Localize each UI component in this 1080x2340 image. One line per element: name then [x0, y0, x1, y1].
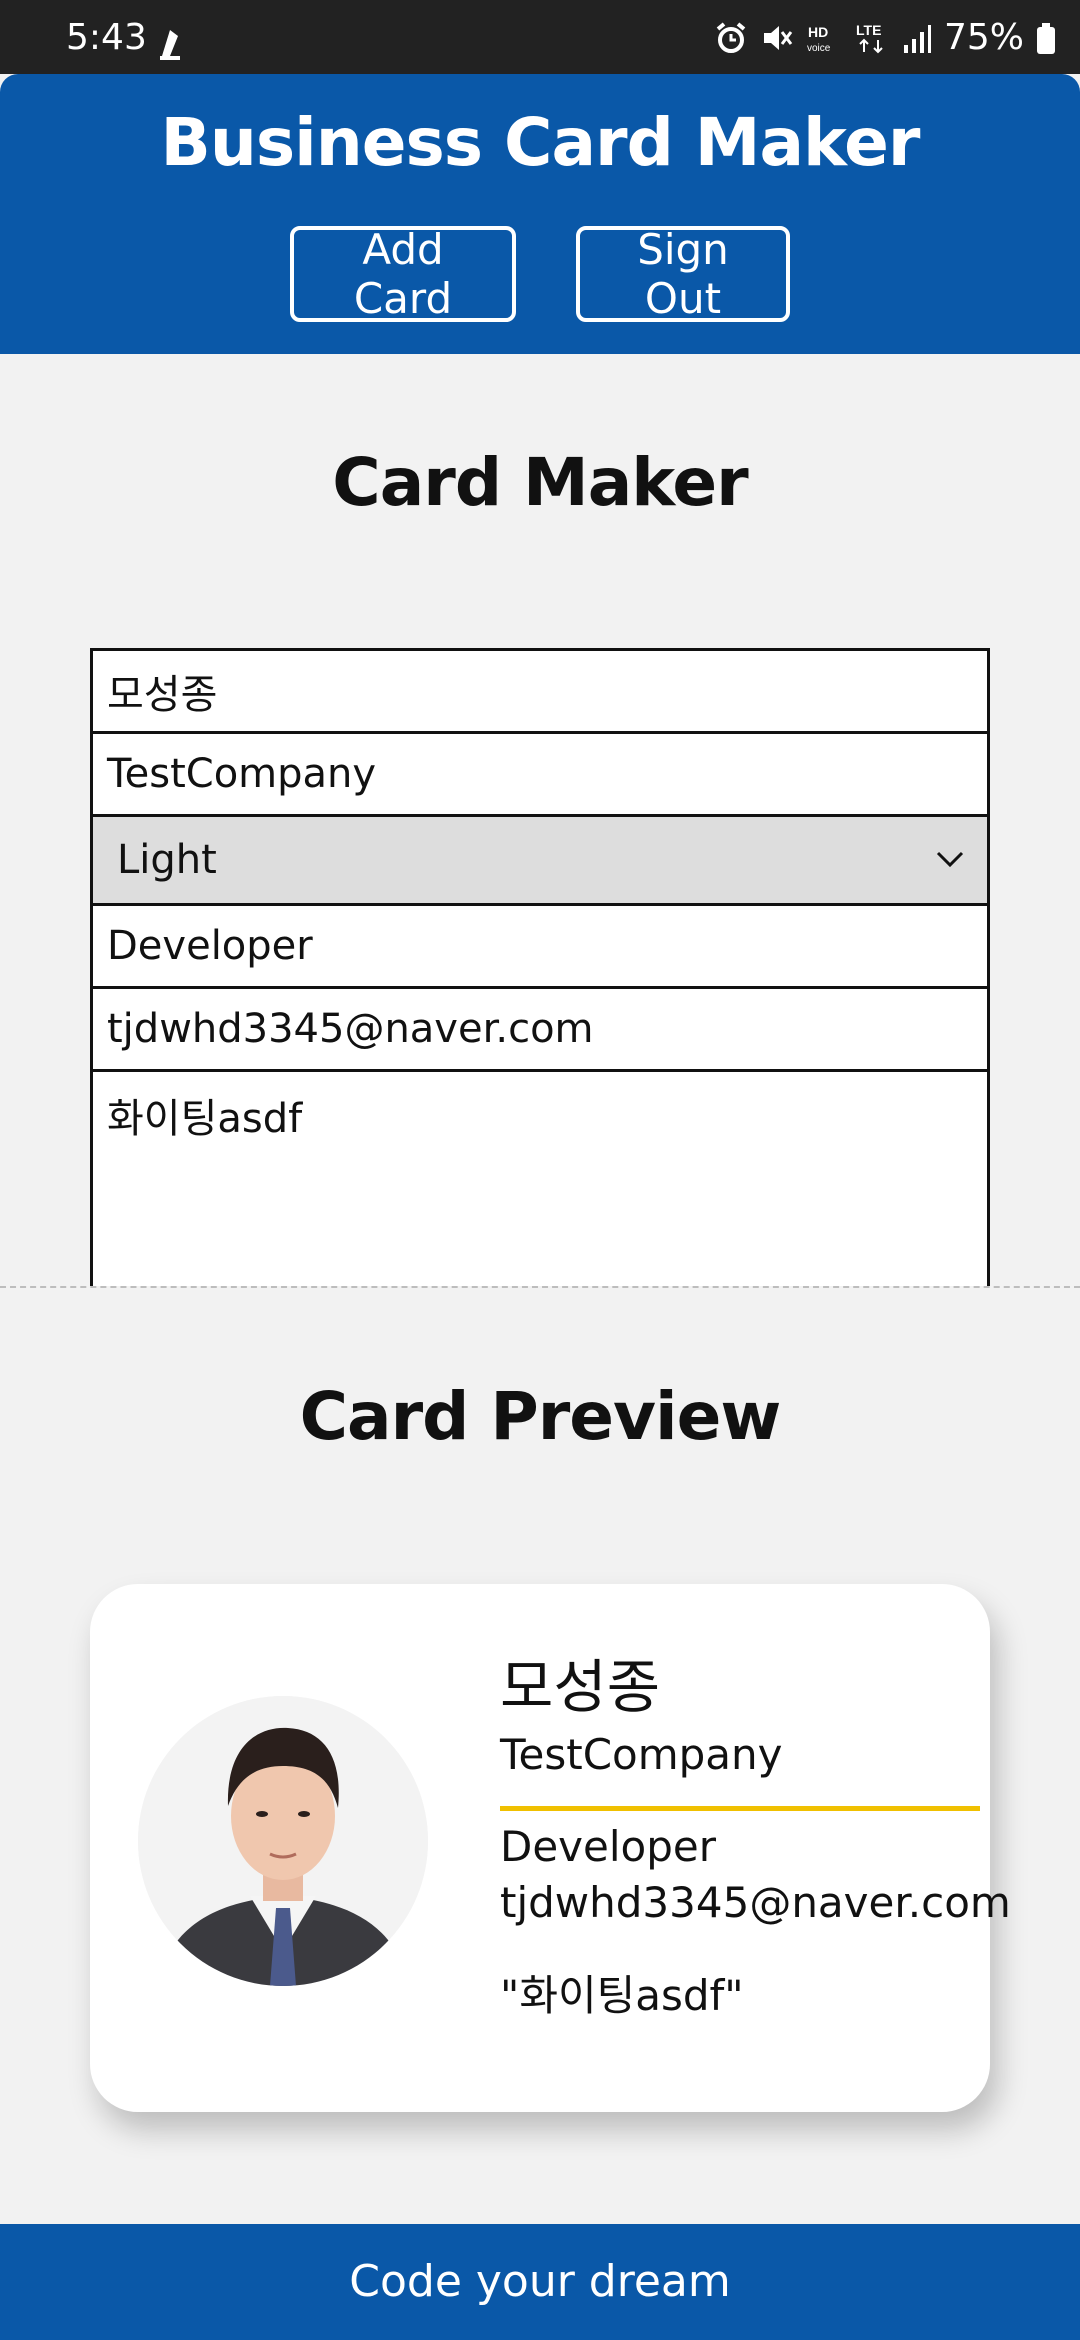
- app-title: Business Card Maker: [160, 104, 921, 181]
- notification-icon: [160, 30, 180, 60]
- card-name: 모성종: [500, 1653, 661, 1721]
- card-message: "화이팅asdf": [500, 1971, 744, 2020]
- svg-text:LTE: LTE: [856, 22, 881, 38]
- svg-text:voice: voice: [807, 43, 831, 54]
- theme-select[interactable]: Light: [93, 817, 987, 906]
- hd-voice-icon: HD voice: [807, 24, 831, 54]
- name-field[interactable]: 모성종: [93, 651, 987, 734]
- card-preview-title: Card Preview: [299, 1378, 782, 1455]
- status-time: 5:43: [66, 17, 147, 58]
- theme-select-value: Light: [117, 837, 217, 883]
- app-header: Business Card Maker Add Card Sign Out: [0, 74, 1080, 354]
- mute-icon: [763, 26, 793, 50]
- message-textarea[interactable]: 화이팅asdf: [93, 1072, 987, 1286]
- email-field[interactable]: tjdwhd3345@naver.com: [93, 989, 987, 1072]
- card-form: 모성종 TestCompany Light Developer tjdwhd33…: [90, 648, 990, 1286]
- lte-icon: LTE: [856, 22, 883, 54]
- alarm-icon: [716, 22, 746, 53]
- profile-photo: [138, 1696, 428, 1986]
- sign-out-button[interactable]: Sign Out: [576, 225, 790, 323]
- status-bar: 5:43 HD voice LTE 75%: [0, 0, 1080, 74]
- battery-percent: 75%: [943, 17, 1024, 58]
- svg-text:HD: HD: [808, 24, 828, 40]
- add-card-button[interactable]: Add Card: [290, 225, 516, 323]
- battery-icon: [1037, 23, 1055, 54]
- business-card: 모성종 TestCompany Developer tjdwhd3345@nav…: [90, 1584, 1011, 2112]
- card-divider: [500, 1806, 980, 1811]
- avatar: [138, 1696, 428, 1986]
- status-icons: HD voice LTE 75%: [714, 16, 1056, 60]
- card-preview-section: Card Preview 모성종 TestCompany Developer t…: [0, 1288, 1080, 2224]
- card-email: tjdwhd3345@naver.com: [500, 1878, 1011, 1927]
- company-field[interactable]: TestCompany: [93, 734, 987, 817]
- header-actions: Add Card Sign Out: [0, 225, 1080, 323]
- card-maker-section: Card Maker 모성종 TestCompany Light Develop…: [0, 354, 1080, 1286]
- chevron-down-icon: [936, 851, 964, 868]
- card-maker-title: Card Maker: [332, 444, 748, 521]
- footer: Code your dream: [0, 2224, 1080, 2340]
- card-job-title: Developer: [500, 1822, 717, 1871]
- card-company: TestCompany: [500, 1730, 783, 1779]
- job-title-field[interactable]: Developer: [93, 906, 987, 989]
- signal-icon: [903, 25, 931, 53]
